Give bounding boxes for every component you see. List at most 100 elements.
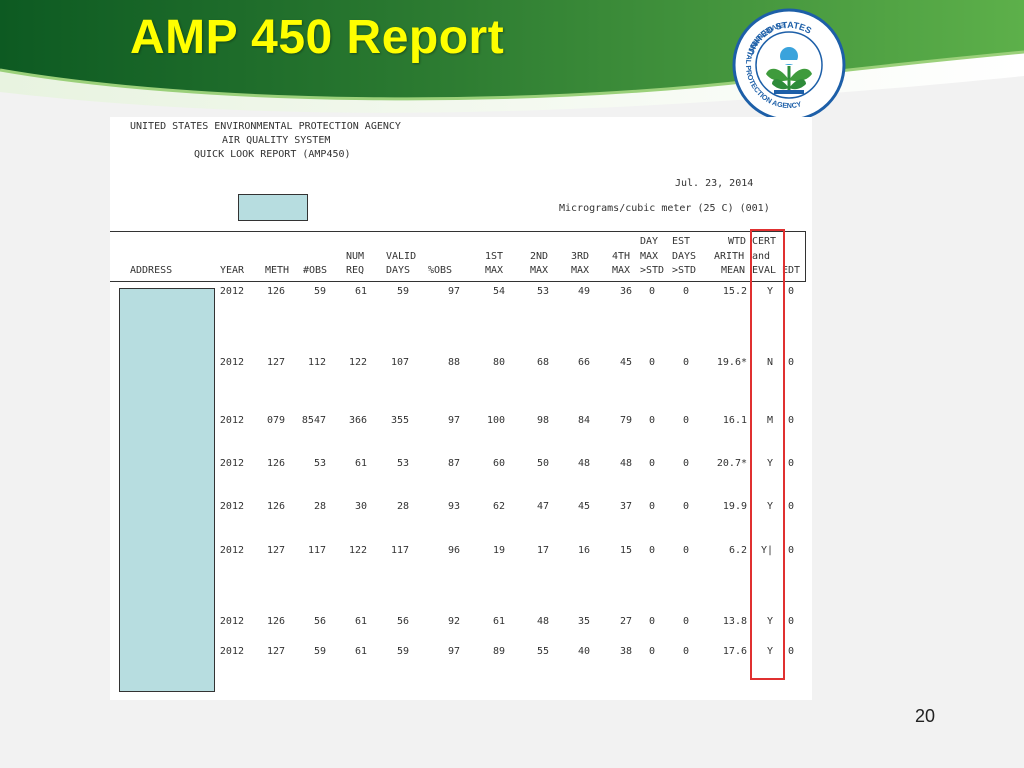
cell-meth: 126 [266,501,285,512]
cell-obs: 59 [313,646,326,657]
cell-req: 122 [348,545,367,556]
cell-year: 2012 [219,616,244,627]
cell-valid: 117 [390,545,409,556]
report-date: Jul. 23, 2014 [675,178,754,189]
cell-obs: 112 [307,357,326,368]
cell-est: 0 [682,458,689,469]
cell-m2: 98 [536,415,549,426]
slide-title: AMP 450 Report [130,11,505,64]
cell-req: 61 [354,458,367,469]
cell-m2: 47 [536,501,549,512]
cell-year: 2012 [219,646,244,657]
cell-obs: 8547 [301,415,326,426]
cell-day: 0 [648,286,655,297]
cell-edt: 0 [787,646,794,657]
header-2nd-max-1: 2ND [530,251,549,262]
header-2nd-max-2: MAX [530,265,549,276]
cell-m3: 48 [577,458,590,469]
cell-day: 0 [648,646,655,657]
cell-m3: 16 [577,545,590,556]
cell-pct: 88 [447,357,460,368]
cell-m4: 45 [619,357,632,368]
cell-pct: 92 [447,616,460,627]
cell-year: 2012 [219,286,244,297]
cell-m2: 17 [536,545,549,556]
cell-mean: 6.2 [728,545,747,556]
header-day-max-3: >STD [640,265,665,276]
cell-m1: 89 [492,646,505,657]
cell-mean: 19.6* [716,357,747,368]
cell-m1: 60 [492,458,505,469]
cell-est: 0 [682,646,689,657]
report-document: UNITED STATES ENVIRONMENTAL PROTECTION A… [110,117,812,700]
cell-m3: 45 [577,501,590,512]
cell-valid: 59 [396,286,409,297]
cell-est: 0 [682,545,689,556]
cell-obs: 56 [313,616,326,627]
cell-meth: 126 [266,616,285,627]
cell-m1: 100 [486,415,505,426]
cell-req: 366 [348,415,367,426]
cell-meth: 127 [266,545,285,556]
cell-day: 0 [648,616,655,627]
table-right-border [805,231,806,282]
cell-m2: 50 [536,458,549,469]
cell-m4: 15 [619,545,632,556]
cell-mean: 13.8 [722,616,747,627]
cell-edt: 0 [787,415,794,426]
cell-pct: 97 [447,286,460,297]
cell-valid: 56 [396,616,409,627]
cell-req: 61 [354,616,367,627]
header-4th-max-2: MAX [612,265,631,276]
cell-mean: 17.6 [722,646,747,657]
report-agency: UNITED STATES ENVIRONMENTAL PROTECTION A… [130,121,401,132]
header-day-max-2: MAX [640,251,659,262]
header-year: YEAR [220,265,245,276]
cell-day: 0 [648,357,655,368]
cell-m2: 68 [536,357,549,368]
header-est-days-3: >STD [672,265,697,276]
cell-m2: 53 [536,286,549,297]
cell-obs: 59 [313,286,326,297]
epa-seal-icon: UNITED STATES ENVIRONMENTAL PROTECTION A… [732,8,846,122]
cell-m3: 35 [577,616,590,627]
cell-day: 0 [648,415,655,426]
cell-year: 2012 [219,501,244,512]
redacted-address-column [119,288,215,692]
cell-m1: 62 [492,501,505,512]
cell-m2: 55 [536,646,549,657]
header-pct-obs: %OBS [428,265,453,276]
header-1st-max-2: MAX [485,265,504,276]
header-obs: #OBS [303,265,328,276]
cell-m3: 84 [577,415,590,426]
cell-meth: 126 [266,458,285,469]
header-valid-days-1: VALID [386,251,417,262]
cell-edt: 0 [787,458,794,469]
cell-meth: 127 [266,646,285,657]
page-number: 20 [914,706,936,726]
cell-m2: 48 [536,616,549,627]
cell-est: 0 [682,415,689,426]
cell-m1: 80 [492,357,505,368]
cell-meth: 079 [266,415,285,426]
header-wtd-2: ARITH [714,251,745,262]
header-3rd-max-2: MAX [571,265,590,276]
header-address: ADDRESS [130,265,173,276]
report-system: AIR QUALITY SYSTEM [222,135,331,146]
cell-year: 2012 [219,545,244,556]
cell-obs: 117 [307,545,326,556]
header-wtd-3: MEAN [721,265,746,276]
cell-day: 0 [648,545,655,556]
header-day-max-1: DAY [640,236,659,247]
cell-pct: 96 [447,545,460,556]
table-header-border [110,281,806,282]
cell-day: 0 [648,501,655,512]
redacted-field [238,194,308,221]
cell-m1: 19 [492,545,505,556]
cell-m3: 40 [577,646,590,657]
cell-valid: 59 [396,646,409,657]
cell-pct: 97 [447,646,460,657]
cell-pct: 87 [447,458,460,469]
cell-edt: 0 [787,501,794,512]
cell-est: 0 [682,357,689,368]
